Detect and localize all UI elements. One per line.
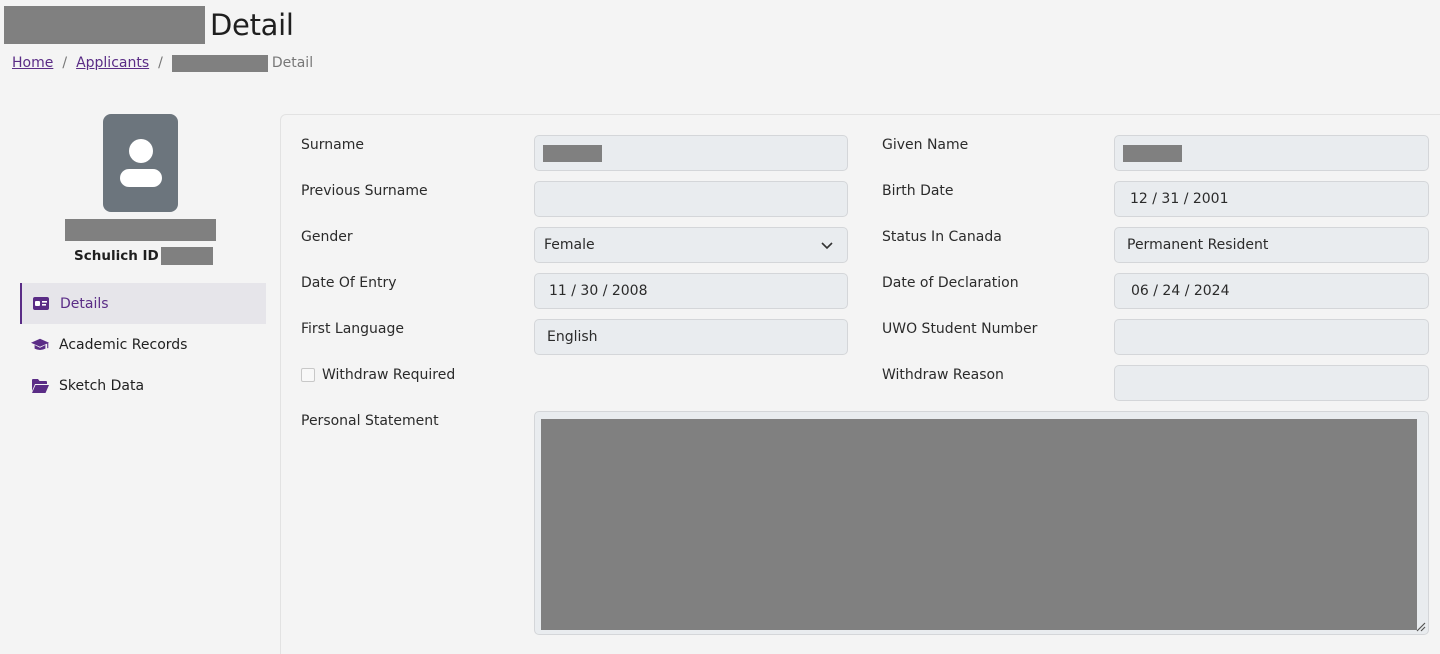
first-language-field[interactable]: English (534, 319, 848, 355)
redacted-name (4, 6, 205, 44)
date-of-declaration-label: Date of Declaration (882, 275, 1019, 291)
previous-surname-field[interactable] (534, 181, 848, 217)
chevron-down-icon (821, 242, 833, 250)
gender-label: Gender (301, 229, 353, 245)
uwo-student-number-label: UWO Student Number (882, 321, 1038, 337)
personal-statement-label: Personal Statement (301, 413, 439, 429)
sidebar-item-academic-records[interactable]: Academic Records (20, 324, 266, 365)
sidebar-item-label: Details (60, 295, 109, 312)
gender-selected-value: Female (544, 237, 595, 253)
given-name-field[interactable] (1114, 135, 1429, 171)
resize-handle-icon[interactable] (1414, 620, 1426, 632)
withdraw-required-checkbox[interactable] (301, 368, 315, 382)
uwo-student-number-field[interactable] (1114, 319, 1429, 355)
previous-surname-label: Previous Surname (301, 183, 428, 199)
surname-field[interactable] (534, 135, 848, 171)
date-of-entry-label: Date Of Entry (301, 275, 397, 291)
sidebar-nav: Details Academic Records Sketch Data (20, 283, 266, 406)
avatar (103, 114, 178, 212)
redacted-surname (543, 144, 602, 162)
redacted-name (171, 54, 268, 72)
schulich-id-label: Schulich ID (74, 248, 159, 264)
user-icon (119, 139, 162, 187)
sidebar-item-sketch-data[interactable]: Sketch Data (20, 365, 266, 406)
schulich-id: Schulich ID (74, 246, 213, 266)
personal-statement-textarea[interactable] (534, 411, 1429, 635)
breadcrumb-home-link[interactable]: Home (12, 55, 53, 71)
date-of-declaration-field[interactable]: 06 / 24 / 2024 (1114, 273, 1429, 309)
breadcrumb: Home / Applicants / Detail (12, 54, 313, 72)
redacted-personal-statement (541, 419, 1417, 630)
surname-label: Surname (301, 137, 364, 153)
breadcrumb-current: Detail (271, 55, 314, 71)
page-title: Detail (4, 6, 294, 44)
given-name-label: Given Name (882, 137, 969, 153)
breadcrumb-applicants-link[interactable]: Applicants (76, 55, 149, 71)
withdraw-reason-label: Withdraw Reason (882, 367, 1004, 383)
redacted-given-name (1123, 144, 1182, 162)
withdraw-reason-field[interactable] (1114, 365, 1429, 401)
sidebar-item-label: Sketch Data (59, 377, 145, 394)
redacted-id (160, 247, 213, 265)
birth-date-label: Birth Date (882, 183, 954, 199)
sidebar-item-label: Academic Records (59, 336, 188, 353)
id-card-icon (32, 296, 50, 312)
folder-open-icon (31, 378, 49, 394)
status-in-canada-label: Status In Canada (882, 229, 1002, 245)
first-language-label: First Language (301, 321, 405, 337)
sidebar-item-details[interactable]: Details (20, 283, 266, 324)
status-in-canada-field[interactable]: Permanent Resident (1114, 227, 1429, 263)
birth-date-field[interactable]: 12 / 31 / 2001 (1114, 181, 1429, 217)
withdraw-required-label: Withdraw Required (322, 367, 456, 383)
page-title-text: Detail (210, 8, 294, 42)
breadcrumb-separator: / (62, 55, 68, 71)
graduation-cap-icon (31, 337, 49, 353)
date-of-entry-field[interactable]: 11 / 30 / 2008 (534, 273, 848, 309)
breadcrumb-separator: / (158, 55, 163, 71)
redacted-applicant-name (65, 219, 216, 241)
gender-select[interactable]: Female (534, 227, 848, 263)
